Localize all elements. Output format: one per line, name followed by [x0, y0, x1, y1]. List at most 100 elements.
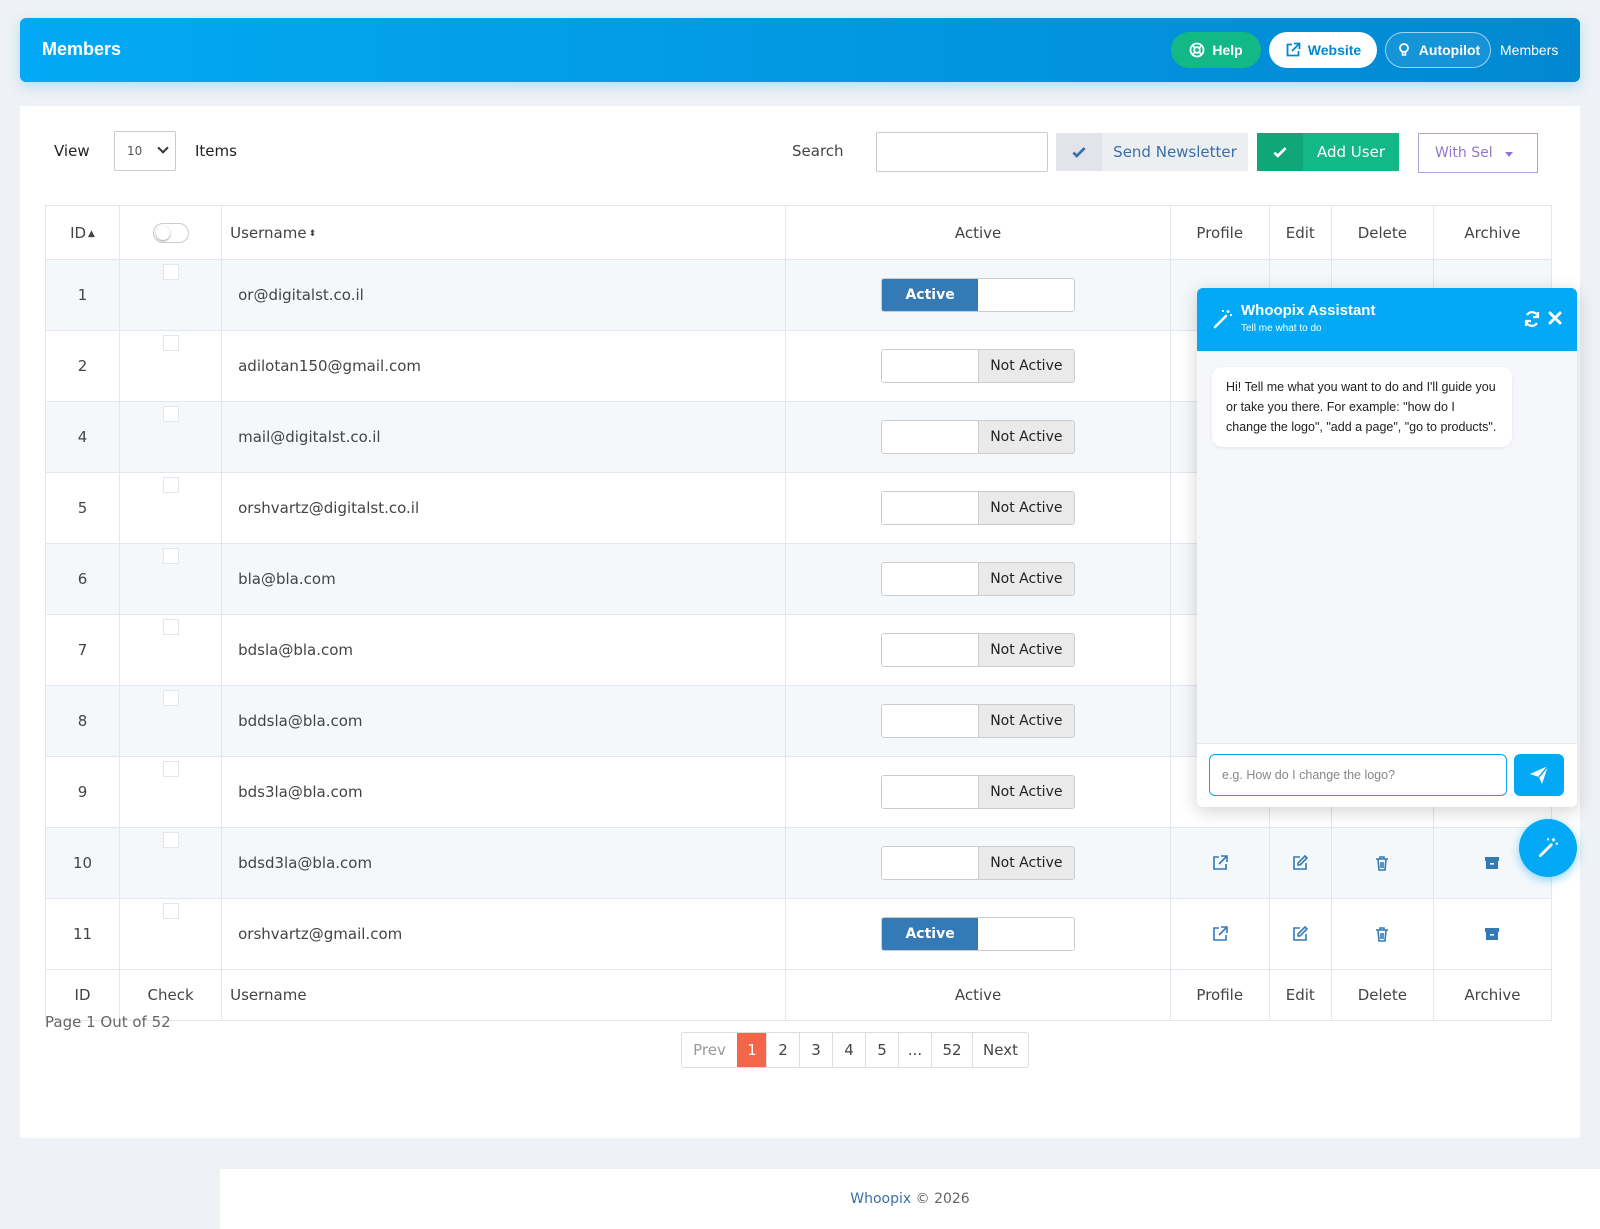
- website-button[interactable]: Website: [1269, 32, 1377, 68]
- footer-profile: Profile: [1169, 969, 1270, 1021]
- status-toggle[interactable]: Active: [881, 278, 1076, 312]
- row-id: 10: [44, 827, 121, 899]
- table-header-row: ID ▲ Username ⬍ Active Profile Edit Delete…: [44, 205, 1553, 260]
- status-toggle[interactable]: Not Active: [881, 420, 1076, 454]
- pagination-page[interactable]: ...: [898, 1033, 931, 1067]
- row-checkbox[interactable]: [162, 690, 179, 706]
- column-header-username[interactable]: Username ⬍: [221, 205, 787, 260]
- pagination-page[interactable]: 1: [737, 1033, 766, 1067]
- items-label: Items: [195, 142, 237, 160]
- trash-icon[interactable]: [1373, 925, 1391, 943]
- row-active-cell: Not Active: [785, 330, 1171, 402]
- check-icon: [1056, 133, 1102, 171]
- top-header: Members Help Website Autopilot Members: [20, 18, 1580, 82]
- external-link-icon: [1286, 42, 1301, 57]
- status-toggle[interactable]: Not Active: [881, 633, 1076, 667]
- toggle-switch[interactable]: [152, 222, 189, 243]
- with-selected-dropdown[interactable]: With Sel: [1418, 133, 1538, 173]
- send-newsletter-label: Send Newsletter: [1113, 143, 1237, 161]
- with-selected-label: With Sel: [1435, 145, 1493, 161]
- row-username: bdsla@bla.com: [221, 614, 787, 686]
- pagination-next[interactable]: Next: [972, 1033, 1028, 1067]
- send-button[interactable]: [1514, 754, 1564, 796]
- row-checkbox[interactable]: [162, 903, 179, 919]
- pagination-page[interactable]: 5: [865, 1033, 898, 1067]
- footer-brand[interactable]: Whoopix: [850, 1191, 911, 1207]
- row-active-cell: Not Active: [785, 827, 1171, 899]
- page-footer: Whoopix © 2026: [220, 1169, 1600, 1229]
- status-toggle[interactable]: Active: [881, 917, 1076, 951]
- add-user-button[interactable]: Add User: [1257, 133, 1399, 171]
- row-checkbox[interactable]: [162, 761, 179, 777]
- sort-icon: ⬍: [308, 228, 317, 239]
- row-checkbox[interactable]: [162, 619, 179, 635]
- edit-icon[interactable]: [1291, 925, 1309, 943]
- status-toggle[interactable]: Not Active: [881, 775, 1076, 809]
- row-checkbox[interactable]: [162, 406, 179, 422]
- status-toggle[interactable]: Not Active: [881, 704, 1076, 738]
- help-button[interactable]: Help: [1171, 32, 1261, 68]
- autopilot-button[interactable]: Autopilot: [1385, 32, 1491, 68]
- footer-username: Username: [221, 969, 787, 1021]
- row-checkbox[interactable]: [162, 832, 179, 848]
- footer-edit: Edit: [1268, 969, 1332, 1021]
- select-all-toggle[interactable]: [119, 205, 223, 260]
- row-active-cell: Not Active: [785, 543, 1171, 615]
- archive-icon[interactable]: [1483, 925, 1501, 943]
- footer-copyright: © 2026: [911, 1191, 970, 1207]
- external-link-icon[interactable]: [1211, 925, 1229, 943]
- row-username: orshvartz@digitalst.co.il: [221, 472, 787, 544]
- pagination-prev[interactable]: Prev: [682, 1033, 737, 1067]
- row-username: or@digitalst.co.il: [221, 259, 787, 331]
- pagination-page[interactable]: 52: [931, 1033, 972, 1067]
- row-delete-cell: [1330, 827, 1434, 899]
- row-checkbox[interactable]: [162, 477, 179, 493]
- footer-delete: Delete: [1330, 969, 1434, 1021]
- send-newsletter-button[interactable]: Send Newsletter: [1056, 133, 1248, 171]
- refresh-icon[interactable]: [1523, 310, 1541, 328]
- pagination-page[interactable]: 2: [766, 1033, 799, 1067]
- row-checkbox[interactable]: [162, 264, 179, 280]
- trash-icon[interactable]: [1373, 854, 1391, 872]
- pagination-page[interactable]: 4: [832, 1033, 865, 1067]
- edit-icon[interactable]: [1291, 854, 1309, 872]
- close-icon[interactable]: [1547, 310, 1563, 326]
- external-link-icon[interactable]: [1211, 854, 1229, 872]
- magic-wand-icon: [1213, 310, 1232, 329]
- check-icon: [1257, 133, 1303, 171]
- status-label: Active: [882, 279, 979, 311]
- row-username: adilotan150@gmail.com: [221, 330, 787, 402]
- status-toggle[interactable]: Not Active: [881, 491, 1076, 525]
- status-toggle[interactable]: Not Active: [881, 349, 1076, 383]
- footer-active: Active: [785, 969, 1171, 1021]
- column-header-id[interactable]: ID ▲: [44, 205, 121, 260]
- assistant-header: Whoopix Assistant Tell me what to do: [1197, 288, 1577, 351]
- row-username: bddsla@bla.com: [221, 685, 787, 757]
- status-label: Not Active: [977, 563, 1075, 595]
- archive-icon[interactable]: [1483, 854, 1501, 872]
- assistant-fab-button[interactable]: [1519, 819, 1577, 877]
- items-per-page-select[interactable]: 10: [114, 131, 176, 171]
- status-label: Not Active: [977, 492, 1075, 524]
- view-label: View: [54, 142, 90, 160]
- status-toggle[interactable]: Not Active: [881, 846, 1076, 880]
- row-checkbox-cell: [119, 259, 223, 331]
- row-edit-cell: [1268, 827, 1332, 899]
- row-delete-cell: [1330, 898, 1434, 970]
- table-row: 11 orshvartz@gmail.com Active: [44, 898, 1553, 970]
- pagination: Prev 1 2 3 4 5... 52 Next: [681, 1032, 1029, 1068]
- row-profile-cell: [1169, 827, 1270, 899]
- row-checkbox[interactable]: [162, 548, 179, 564]
- lifebuoy-icon: [1189, 42, 1205, 58]
- row-checkbox-cell: [119, 685, 223, 757]
- row-checkbox-cell: [119, 756, 223, 828]
- assistant-input[interactable]: e.g. How do I change the logo?: [1209, 754, 1507, 796]
- column-header-profile: Profile: [1169, 205, 1270, 260]
- assistant-title: Whoopix Assistant: [1241, 302, 1376, 319]
- status-toggle[interactable]: Not Active: [881, 562, 1076, 596]
- search-input[interactable]: [876, 132, 1048, 172]
- row-checkbox-cell: [119, 401, 223, 473]
- pagination-page[interactable]: 3: [799, 1033, 832, 1067]
- row-checkbox[interactable]: [162, 335, 179, 351]
- sort-asc-icon: ▲: [88, 228, 95, 239]
